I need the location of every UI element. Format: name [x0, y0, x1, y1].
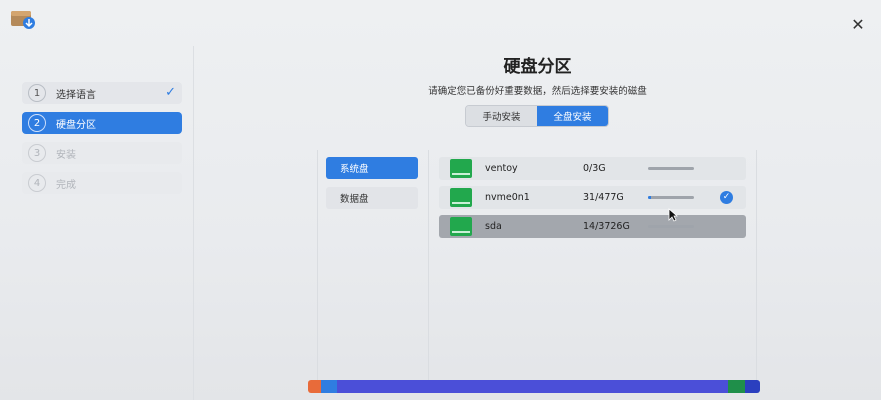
- step-label: 安装: [56, 149, 76, 161]
- disk-name: nvme0n1: [485, 192, 530, 203]
- disk-size: 14/3726G: [583, 221, 630, 232]
- step-label: 完成: [56, 179, 76, 191]
- close-button[interactable]: ✕: [849, 16, 867, 34]
- steps-sidebar: 1 选择语言 ✓ 2 硬盘分区 3 安装 4 完成: [18, 46, 194, 400]
- install-mode-switch: 手动安装 全盘安装: [465, 105, 609, 127]
- tab-system-disk[interactable]: 系统盘: [326, 157, 418, 179]
- disk-drive-icon: [450, 188, 472, 207]
- disk-panel: 系统盘 数据盘 ventoy 0/3G nvme0n1 31/477G ✓ sd…: [317, 150, 757, 382]
- step-finish: 4 完成: [22, 172, 182, 194]
- partition-layout-bar: [308, 380, 760, 393]
- disk-drive-icon: [450, 159, 472, 178]
- step-install: 3 安装: [22, 142, 182, 164]
- titlebar: ✕: [0, 0, 881, 40]
- partition-segment: [728, 380, 746, 393]
- disk-name: ventoy: [485, 163, 518, 174]
- disk-row-sda[interactable]: sda 14/3726G: [439, 215, 746, 238]
- page-subtitle: 请确定您已备份好重要数据，然后选择要安装的磁盘: [428, 86, 647, 97]
- installer-window: ✕ 1 选择语言 ✓ 2 硬盘分区 3 安装 4 完成 硬盘分区 请确定您已备份…: [0, 0, 881, 400]
- step-label: 硬盘分区: [56, 119, 96, 131]
- disk-usage-bar: [648, 196, 694, 199]
- step-disk-partition[interactable]: 2 硬盘分区: [22, 112, 182, 134]
- disk-name: sda: [485, 221, 502, 232]
- selected-check-icon: ✓: [720, 191, 733, 204]
- step-number: 2: [28, 114, 46, 132]
- step-number: 4: [28, 174, 46, 192]
- disk-drive-icon: [450, 217, 472, 236]
- disk-size: 31/477G: [583, 192, 624, 203]
- page-title: 硬盘分区: [503, 57, 572, 77]
- disk-usage-fill: [648, 196, 652, 199]
- partition-segment: [308, 380, 321, 393]
- partition-segment: [320, 380, 338, 393]
- disk-size: 0/3G: [583, 163, 606, 174]
- partition-segment: [337, 380, 729, 393]
- partition-segment: [745, 380, 760, 393]
- mouse-cursor-icon: [668, 208, 678, 222]
- panel-divider: [428, 150, 429, 382]
- manual-install-button[interactable]: 手动安装: [466, 106, 537, 126]
- full-disk-install-button[interactable]: 全盘安装: [537, 106, 608, 126]
- app-disk-icon: [11, 11, 35, 29]
- disk-usage-bar: [648, 225, 694, 228]
- disk-row-ventoy[interactable]: ventoy 0/3G: [439, 157, 746, 180]
- disk-usage-bar: [648, 167, 694, 170]
- step-number: 3: [28, 144, 46, 162]
- disk-row-nvme0n1[interactable]: nvme0n1 31/477G ✓: [439, 186, 746, 209]
- tab-data-disk[interactable]: 数据盘: [326, 187, 418, 209]
